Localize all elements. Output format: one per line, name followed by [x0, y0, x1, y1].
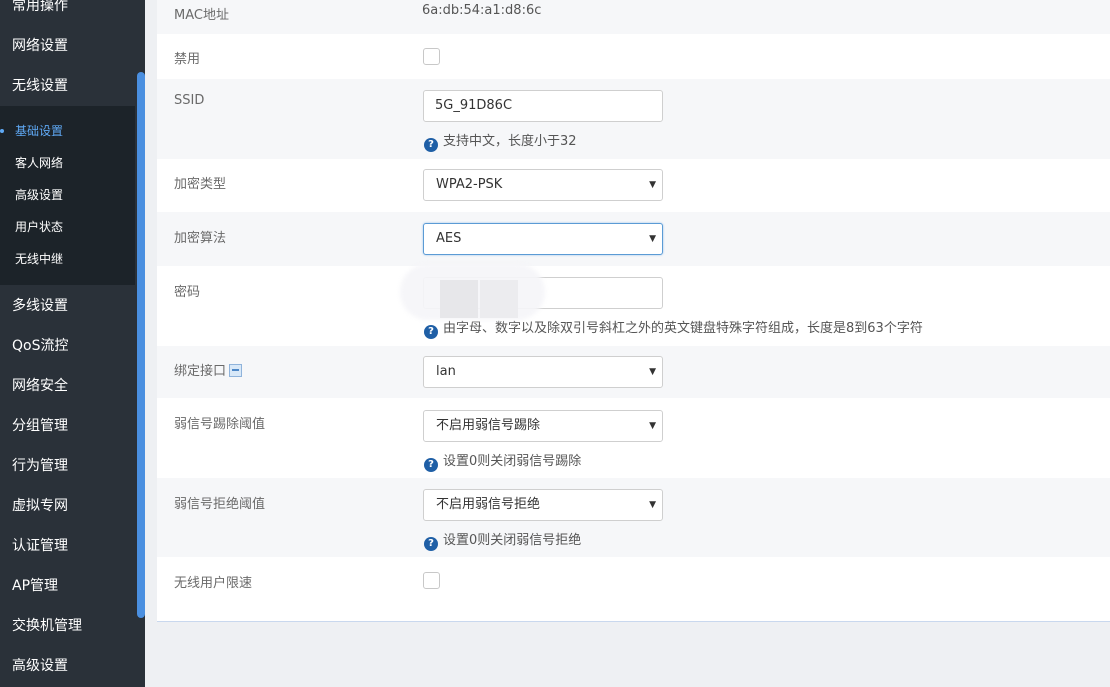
row-weak-reject: 弱信号拒绝阈值 不启用弱信号拒绝 ▼ ? 设置0则关闭弱信号拒绝	[157, 478, 1110, 557]
weak-reject-label: 弱信号拒绝阈值	[174, 497, 266, 512]
row-weak-kick: 弱信号踢除阈值 不启用弱信号踢除 ▼ ? 设置0则关闭弱信号踢除	[157, 398, 1110, 478]
caret-down-icon: ▼	[649, 367, 656, 377]
row-encryption-algo: 加密算法 AES ▼	[157, 212, 1110, 266]
mac-label: MAC地址	[174, 8, 229, 23]
ssid-hint: ? 支持中文，长度小于32	[424, 130, 577, 152]
sidebar-item-wireless[interactable]: 无线设置	[0, 66, 135, 106]
active-dot-icon	[0, 129, 4, 133]
sidebar-item-security[interactable]: 网络安全	[0, 366, 135, 406]
question-circle-icon: ?	[424, 138, 438, 152]
sidebar-item-network[interactable]: 网络设置	[0, 26, 135, 66]
sidebar-item-switch[interactable]: 交换机管理	[0, 606, 135, 646]
password-label: 密码	[174, 285, 201, 300]
sidebar-subitem-guest[interactable]: 客人网络	[0, 147, 135, 179]
wireless-basic-form: MAC地址 6a:db:54:a1:d8:6c 禁用 SSID 5G_91D86…	[157, 0, 1110, 622]
row-encryption-type: 加密类型 WPA2-PSK ▼	[157, 159, 1110, 212]
sidebar-item-behavior[interactable]: 行为管理	[0, 446, 135, 486]
bind-interface-label: 绑定接口	[174, 360, 243, 379]
weak-kick-hint: ? 设置0则关闭弱信号踢除	[424, 450, 581, 472]
wireless-submenu: 基础设置 客人网络 高级设置 用户状态 无线中继	[0, 106, 135, 285]
sidebar-item-multiline[interactable]: 多线设置	[0, 286, 135, 326]
weak-kick-label: 弱信号踢除阈值	[174, 417, 266, 432]
caret-down-icon: ▼	[649, 421, 656, 431]
sidebar-subitem-user-status[interactable]: 用户状态	[0, 211, 135, 243]
bind-interface-select[interactable]: lan ▼	[423, 356, 663, 388]
sidebar-item-qos[interactable]: QoS流控	[0, 326, 135, 366]
sidebar-item-advanced[interactable]: 高级设置	[0, 646, 135, 686]
redaction-block	[440, 280, 478, 318]
disable-checkbox[interactable]	[423, 48, 440, 65]
question-circle-icon: ?	[424, 325, 438, 339]
encryption-type-label: 加密类型	[174, 177, 227, 192]
encryption-type-select[interactable]: WPA2-PSK ▼	[423, 169, 663, 201]
encryption-algo-label: 加密算法	[174, 231, 227, 246]
row-disable: 禁用	[157, 34, 1110, 79]
caret-down-icon: ▼	[649, 180, 656, 190]
weak-reject-hint: ? 设置0则关闭弱信号拒绝	[424, 529, 581, 551]
weak-reject-select[interactable]: 不启用弱信号拒绝 ▼	[423, 489, 663, 521]
question-circle-icon: ?	[424, 537, 438, 551]
row-ssid: SSID 5G_91D86C ? 支持中文，长度小于32	[157, 79, 1110, 159]
rate-limit-checkbox[interactable]	[423, 572, 440, 589]
question-circle-icon: ?	[424, 458, 438, 472]
sidebar-item-common-ops[interactable]: 常用操作	[0, 0, 135, 26]
sidebar-item-auth[interactable]: 认证管理	[0, 526, 135, 566]
sidebar-item-vpn[interactable]: 虚拟专网	[0, 486, 135, 526]
row-password: 密码 ? 由字母、数字以及除双引号斜杠之外的英文键盘特殊字符组成，长度是8到63个…	[157, 266, 1110, 346]
sidebar-subitem-basic[interactable]: 基础设置	[0, 115, 135, 147]
sidebar: 常用操作 网络设置 无线设置 基础设置 客人网络 高级设置 用户状态 无线中继 …	[0, 0, 145, 687]
sidebar-subitem-repeater[interactable]: 无线中继	[0, 243, 135, 275]
sidebar-subitem-advanced[interactable]: 高级设置	[0, 179, 135, 211]
link-icon[interactable]	[229, 364, 243, 377]
caret-down-icon: ▼	[649, 234, 656, 244]
password-hint: ? 由字母、数字以及除双引号斜杠之外的英文键盘特殊字符组成，长度是8到63个字符	[424, 317, 923, 339]
mac-value: 6a:db:54:a1:d8:6c	[422, 3, 542, 18]
row-bind-interface: 绑定接口 lan ▼	[157, 346, 1110, 398]
redaction-block	[480, 280, 518, 318]
disable-label: 禁用	[174, 52, 201, 67]
sidebar-scrollbar[interactable]	[137, 72, 145, 618]
ssid-label: SSID	[174, 93, 205, 108]
caret-down-icon: ▼	[649, 500, 656, 510]
row-mac: MAC地址 6a:db:54:a1:d8:6c	[157, 0, 1110, 34]
sidebar-item-groups[interactable]: 分组管理	[0, 406, 135, 446]
rate-limit-label: 无线用户限速	[174, 576, 253, 591]
sidebar-item-ap[interactable]: AP管理	[0, 566, 135, 606]
weak-kick-select[interactable]: 不启用弱信号踢除 ▼	[423, 410, 663, 442]
encryption-algo-select[interactable]: AES ▼	[423, 223, 663, 255]
row-rate-limit: 无线用户限速	[157, 557, 1110, 621]
ssid-input[interactable]: 5G_91D86C	[423, 90, 663, 122]
